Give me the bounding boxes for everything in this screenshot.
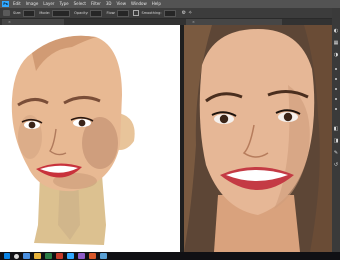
- painting-canvas[interactable]: [0, 25, 180, 252]
- panel-dot: [335, 88, 337, 90]
- menu-select[interactable]: Select: [74, 0, 86, 8]
- panel-dot: [335, 108, 337, 110]
- adjustments-icon[interactable]: ◑: [333, 52, 339, 58]
- photoshop-logo-icon[interactable]: Ps: [2, 1, 9, 7]
- menu-bar: Ps Edit Image Layer Type Select Filter 3…: [0, 0, 340, 8]
- close-icon[interactable]: ×: [192, 20, 195, 24]
- menu-type[interactable]: Type: [59, 0, 68, 8]
- size-field[interactable]: [23, 9, 36, 17]
- panel-dot: [335, 68, 337, 70]
- mode-label: Mode:: [39, 11, 51, 15]
- layers-icon[interactable]: ◧: [333, 126, 339, 132]
- opacity-label: Opacity:: [74, 11, 89, 15]
- menu-image[interactable]: Image: [26, 0, 39, 8]
- search-icon[interactable]: [14, 253, 19, 259]
- brush-tool-icon[interactable]: [3, 10, 10, 16]
- portrait-painting: [11, 35, 135, 245]
- left-iris: [219, 114, 229, 124]
- app-icon[interactable]: [56, 253, 63, 259]
- panel-dot: [335, 98, 337, 100]
- file-explorer-icon[interactable]: [34, 253, 41, 259]
- panel-dot: [335, 78, 337, 80]
- smoothing-field[interactable]: [163, 9, 176, 17]
- flow-label: Flow:: [106, 11, 116, 15]
- menu-help[interactable]: Help: [152, 0, 161, 8]
- tool-options-bar: Size: Mode: Opacity: Flow: Smoothing: ⚙ …: [0, 8, 340, 19]
- reference-photo-canvas[interactable]: [184, 25, 332, 252]
- menu-edit[interactable]: Edit: [13, 0, 21, 8]
- menu-3d[interactable]: 3D: [106, 0, 112, 8]
- symmetry-icon[interactable]: ✧: [188, 10, 192, 16]
- left-iris: [28, 121, 36, 129]
- size-label: Size:: [13, 11, 22, 15]
- mode-select[interactable]: [52, 9, 71, 17]
- task-view-icon[interactable]: [23, 253, 30, 259]
- gear-icon[interactable]: ⚙: [182, 10, 186, 16]
- history-icon[interactable]: ↺: [333, 162, 339, 168]
- app-icon[interactable]: [45, 253, 52, 259]
- reference-portrait: [184, 25, 332, 252]
- right-iris: [283, 112, 293, 122]
- color-icon[interactable]: ◐: [333, 28, 339, 34]
- photoshop-icon[interactable]: [67, 253, 74, 259]
- opacity-field[interactable]: [90, 9, 103, 17]
- menu-filter[interactable]: Filter: [91, 0, 101, 8]
- right-iris: [78, 119, 86, 127]
- paths-icon[interactable]: ✎: [333, 150, 339, 156]
- app-icon[interactable]: [78, 253, 85, 259]
- close-icon[interactable]: ×: [8, 20, 11, 24]
- windows-start-icon[interactable]: [4, 253, 10, 259]
- menu-window[interactable]: Window: [131, 0, 147, 8]
- app-icon[interactable]: [89, 253, 96, 259]
- channels-icon[interactable]: ◨: [333, 138, 339, 144]
- app-icon[interactable]: [100, 253, 107, 259]
- swatches-icon[interactable]: ▦: [333, 40, 339, 46]
- menu-view[interactable]: View: [117, 0, 127, 8]
- airbrush-toggle[interactable]: [133, 10, 140, 16]
- menu-layer[interactable]: Layer: [43, 0, 54, 8]
- smoothing-label: Smoothing:: [141, 11, 162, 15]
- right-panel-strip: ◐ ▦ ◑ ◧ ◨ ✎ ↺: [332, 8, 340, 252]
- windows-taskbar: [0, 252, 340, 260]
- flow-field[interactable]: [117, 9, 130, 17]
